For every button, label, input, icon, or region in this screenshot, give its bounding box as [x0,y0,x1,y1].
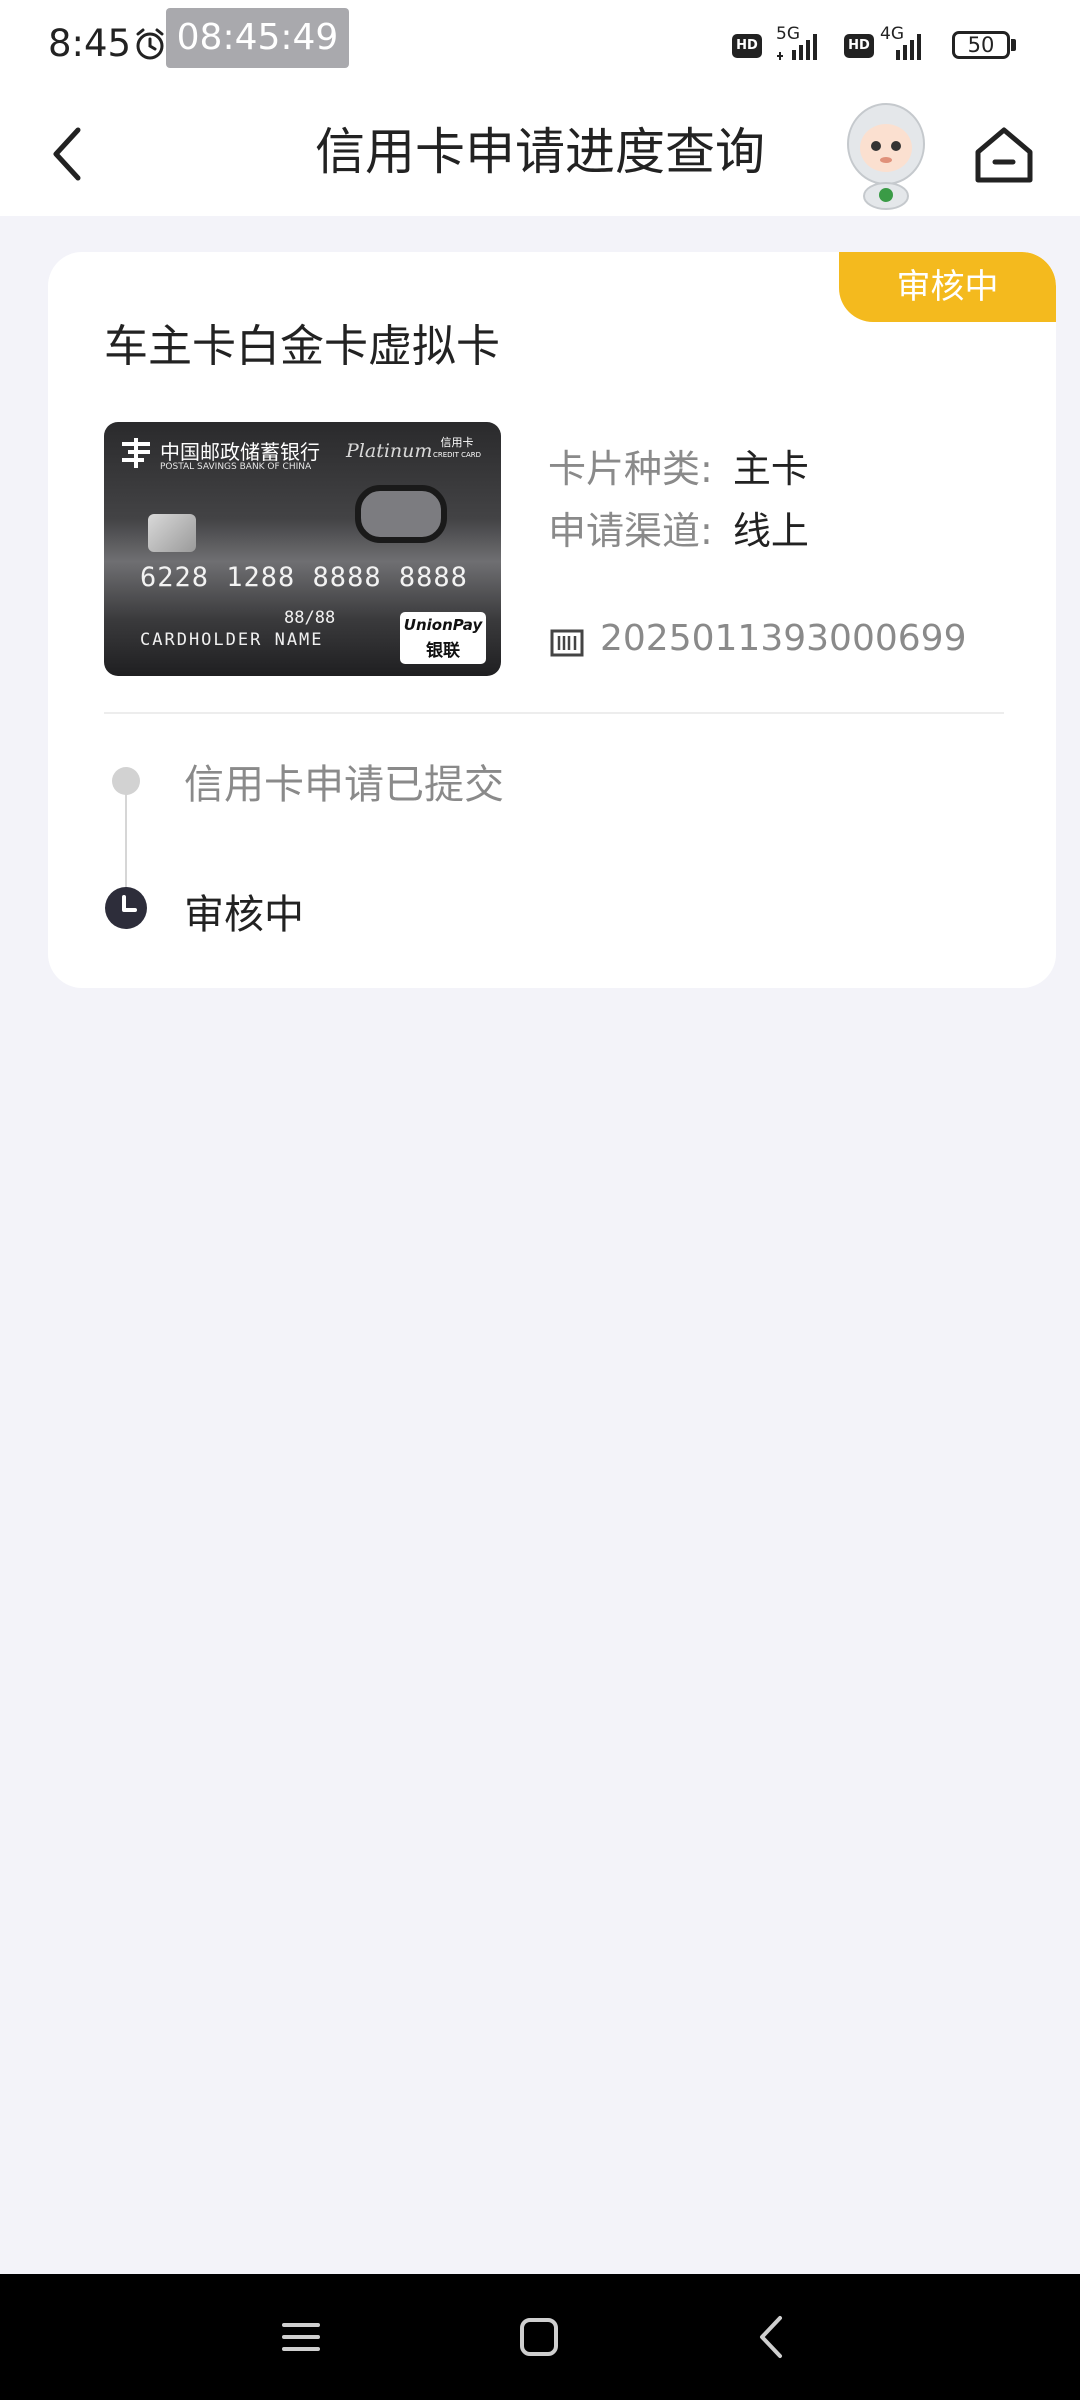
hd-badge: HD [732,34,762,58]
chip-icon [148,514,196,552]
home-square-icon[interactable] [514,2312,564,2362]
cardholder-name: CARDHOLDER NAME [140,630,324,650]
unionpay-logo: UnionPay 银联 [400,612,486,664]
status-bar: 8:45 08:45:49 HD 5G HD 4G 50 [0,0,1080,92]
bank-name: 中国邮政储蓄银行 [160,440,320,464]
card-type-row: 卡片种类: 主卡 [548,438,809,493]
unionpay-cn-text: 银联 [426,641,460,661]
timeline-dot-done [112,767,140,795]
application-number: 2025011393000699 [600,618,967,659]
credit-card-label-en: CREDIT CARD [432,451,481,459]
chevron-left-icon [53,127,81,181]
home-icon[interactable] [968,118,1040,190]
menu-icon[interactable] [276,2312,326,2362]
page-title: 信用卡申请进度查询 [315,123,765,181]
unionpay-text: UnionPay [403,616,483,634]
credit-card-label: 信用卡 CREDIT CARD [433,436,481,462]
valid-thru: 88/88 [284,608,336,628]
back-triangle-icon[interactable] [748,2312,798,2362]
signal-icon [777,34,817,60]
back-button[interactable] [36,118,100,190]
application-card[interactable]: 审核中 车主卡白金卡虚拟卡 中国邮政储蓄银行 POSTAL SAVINGS BA… [48,252,1056,988]
barcode-icon [550,629,584,657]
channel-row: 申请渠道: 线上 [548,500,809,555]
nav-bar: 信用卡申请进度查询 [0,92,1080,216]
credit-card-image: 中国邮政储蓄银行 POSTAL SAVINGS BANK OF CHINA Pl… [104,422,501,676]
alarm-icon [136,28,164,60]
timeline-step-reviewing: 审核中 [184,892,304,938]
card-type-label: 卡片种类: [548,447,713,491]
card-number: 6228 1288 8888 8888 [140,562,468,593]
product-tier: Platinum [346,440,433,462]
robot-mascot-icon[interactable] [836,100,936,210]
car-mirror-illustration [355,485,447,543]
card-product-title: 车主卡白金卡虚拟卡 [104,321,500,372]
divider [104,712,1004,714]
channel-value: 线上 [732,509,809,553]
status-badge: 审核中 [839,252,1056,322]
battery-indicator: 50 [952,31,1010,59]
signal-icon [896,34,921,60]
system-nav-bar [0,2274,1080,2400]
credit-card-label-cn: 信用卡 [440,436,474,449]
channel-label: 申请渠道: [548,509,713,553]
timeline-step-submitted: 信用卡申请已提交 [184,762,504,808]
card-type-value: 主卡 [732,447,809,491]
bank-name-en: POSTAL SAVINGS BANK OF CHINA [160,462,312,472]
status-time: 8:45 [48,22,132,65]
battery-tip [1011,39,1016,51]
postal-bank-logo-icon [122,438,150,468]
hd-badge: HD [844,34,874,58]
clock-pill: 08:45:49 [166,8,349,68]
clock-icon [105,887,147,929]
